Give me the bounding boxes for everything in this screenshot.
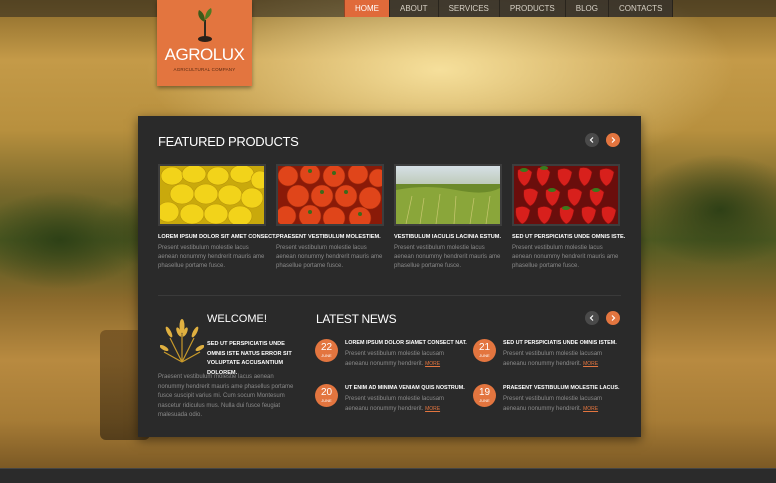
content-panel: FEATURED PRODUCTS LOREM IPSUM DOLOR SIT … — [138, 116, 641, 437]
background-trees-right — [620, 140, 776, 280]
featured-products-title: FEATURED PRODUCTS — [158, 134, 299, 149]
product-card: LOREM IPSUM DOLOR SIT AMET CONSECT. Pres… — [158, 164, 277, 271]
news-title[interactable]: LOREM IPSUM DOLOR SIAMET CONSECT NAT. — [345, 340, 475, 346]
nav-item-contacts[interactable]: CONTACTS — [608, 0, 674, 17]
date-day: 22 — [320, 342, 333, 353]
date-day: 21 — [478, 342, 491, 353]
news-text: Present vestibulum molestie lacusam aene… — [503, 350, 621, 369]
product-card: VESTIBULUM IACULIS LACINIA ESTUM. Presen… — [394, 164, 502, 271]
footer-bar — [0, 468, 776, 483]
news-text: Present vestibulum molestie lacusam aene… — [503, 395, 621, 414]
date-month: JUNE — [321, 398, 332, 403]
welcome-title: WELCOME! — [207, 313, 267, 325]
nav-item-services[interactable]: SERVICES — [437, 0, 499, 17]
more-link[interactable]: MORE — [583, 406, 598, 412]
more-link[interactable]: MORE — [425, 361, 440, 367]
logo-title: AGROLUX — [164, 45, 245, 64]
featured-next-button[interactable] — [606, 133, 620, 147]
latest-news-title: LATEST NEWS — [316, 312, 397, 326]
tomatoes-image — [278, 166, 382, 224]
news-prev-button[interactable] — [585, 311, 599, 325]
date-month: JUNE — [479, 398, 490, 403]
featured-prev-button[interactable] — [585, 133, 599, 147]
product-description: Present vestibulum molestie lacus aenean… — [158, 245, 265, 269]
product-title[interactable]: LOREM IPSUM DOLOR SIT AMET CONSECT. — [158, 234, 277, 240]
sprout-icon — [198, 8, 212, 42]
news-text: Present vestibulum molestie lacusam aene… — [345, 350, 463, 369]
wheat-icon — [160, 319, 204, 363]
logo-subtitle: AGRICULTURAL COMPANY — [173, 67, 236, 72]
date-month: JUNE — [479, 353, 490, 358]
product-image-strawberries[interactable] — [512, 164, 620, 226]
main-nav: HOME ABOUT SERVICES PRODUCTS BLOG CONTAC… — [344, 0, 674, 17]
wheat-field-image — [396, 166, 500, 224]
chevron-right-icon — [611, 315, 616, 321]
product-description: Present vestibulum molestie lacus aenean… — [394, 245, 501, 269]
date-badge: 20 JUNE — [315, 384, 338, 407]
product-description: Present vestibulum molestie lacus aenean… — [276, 245, 383, 269]
nav-item-products[interactable]: PRODUCTS — [498, 0, 565, 17]
top-navigation-bar: HOME ABOUT SERVICES PRODUCTS BLOG CONTAC… — [0, 0, 776, 17]
date-badge: 19 JUNE — [473, 384, 496, 407]
product-title[interactable]: VESTIBULUM IACULIS LACINIA ESTUM. — [394, 234, 502, 240]
date-day: 19 — [478, 387, 491, 398]
product-card: SED UT PERSPICIATIS UNDE OMNIS ISTE. Pre… — [512, 164, 625, 271]
site-logo[interactable]: AGROLUX AGRICULTURAL COMPANY — [157, 0, 252, 86]
date-badge: 22 JUNE — [315, 339, 338, 362]
date-month: JUNE — [321, 353, 332, 358]
product-title[interactable]: PRAESENT VESTIBULUM MOLESTIEM. — [276, 234, 384, 240]
chevron-left-icon — [589, 315, 594, 321]
date-day: 20 — [320, 387, 333, 398]
news-title[interactable]: PRAESENT VESTIBULUM MOLESTIE LACUS. — [503, 385, 633, 391]
news-next-button[interactable] — [606, 311, 620, 325]
chevron-right-icon — [611, 137, 616, 143]
nav-item-blog[interactable]: BLOG — [564, 0, 608, 17]
date-badge: 21 JUNE — [473, 339, 496, 362]
product-description: Present vestibulum molestie lacus aenean… — [512, 245, 619, 269]
more-link[interactable]: MORE — [583, 361, 598, 367]
chevron-left-icon — [589, 137, 594, 143]
news-title[interactable]: SED UT PERSPICIATIS UNDE OMNIS ISTEM. — [503, 340, 633, 346]
product-card: PRAESENT VESTIBULUM MOLESTIEM. Present v… — [276, 164, 384, 271]
more-link[interactable]: MORE — [425, 406, 440, 412]
nav-item-about[interactable]: ABOUT — [389, 0, 438, 17]
news-text: Present vestibulum molestie lacusam aene… — [345, 395, 463, 414]
section-divider — [158, 295, 621, 296]
strawberries-image — [514, 166, 618, 224]
lemons-image — [160, 166, 264, 224]
welcome-text: Praesent vestibulum molestie lacus aenea… — [158, 374, 294, 418]
nav-item-home[interactable]: HOME — [344, 0, 389, 17]
product-title[interactable]: SED UT PERSPICIATIS UNDE OMNIS ISTE. — [512, 234, 625, 240]
product-image-wheat-field[interactable] — [394, 164, 502, 226]
product-image-tomatoes[interactable] — [276, 164, 384, 226]
news-title[interactable]: UT ENIM AD MINIMA VENIAM QUIS NOSTRUM. — [345, 385, 475, 391]
product-image-lemons[interactable] — [158, 164, 266, 226]
